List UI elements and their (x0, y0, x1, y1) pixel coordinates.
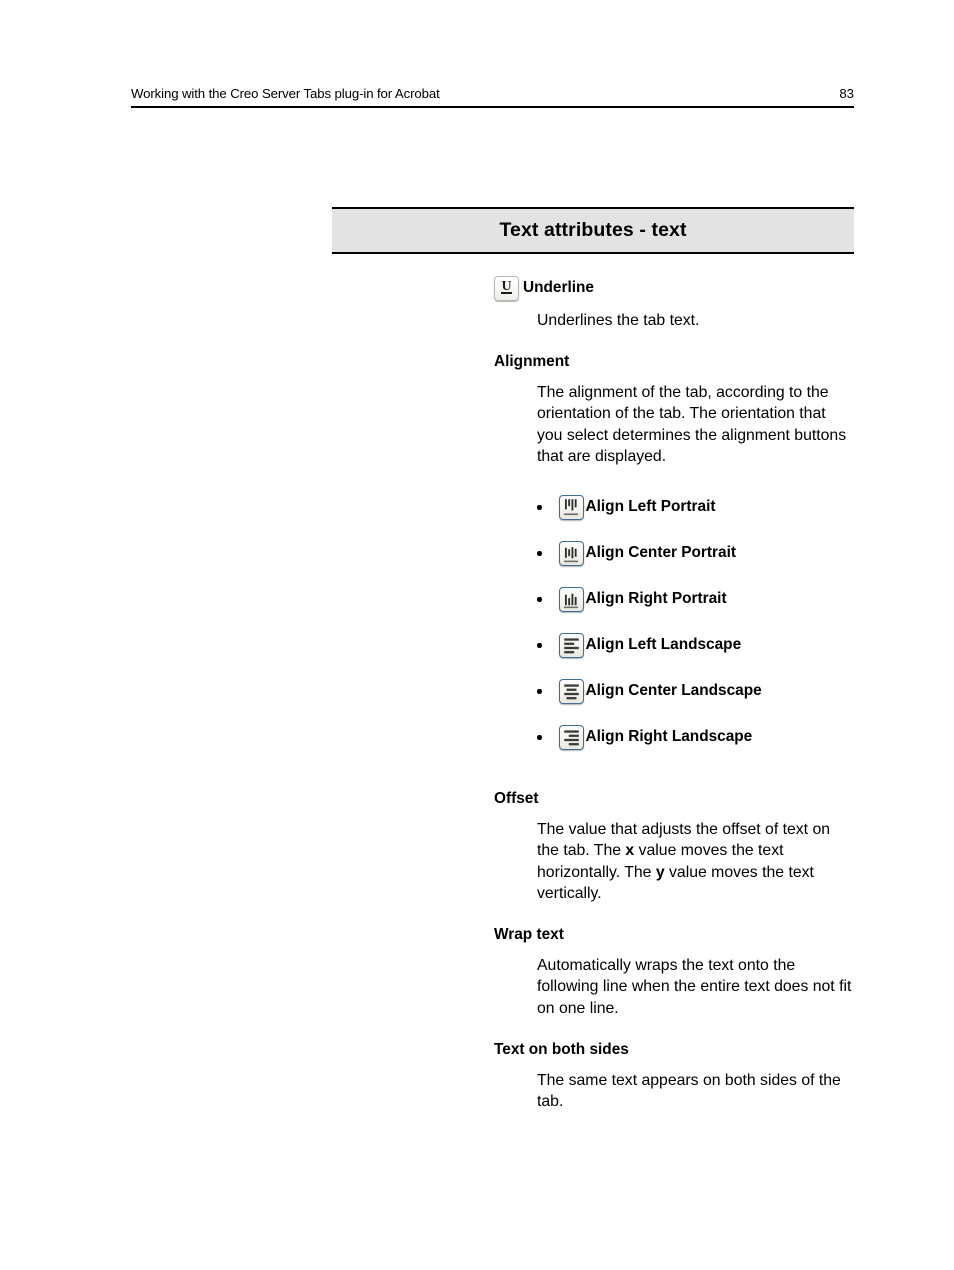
align-right-portrait-label: Align Right Portrait (585, 590, 727, 608)
page-running-header: Working with the Creo Server Tabs plug-i… (131, 86, 854, 108)
align-left-landscape-label: Align Left Landscape (585, 636, 742, 654)
header-divider-rule (131, 106, 854, 108)
term-alignment-label: Alignment (494, 353, 570, 371)
bullet-dot-icon (537, 551, 542, 556)
align-right-landscape-icon (558, 724, 584, 750)
desc-alignment: The alignment of the tab, according to t… (537, 384, 847, 465)
list-item: Align Left Portrait (537, 484, 854, 530)
desc-offset-x: x (625, 842, 635, 860)
align-center-landscape-label: Align Center Landscape (585, 682, 762, 700)
bullet-dot-icon (537, 505, 542, 510)
align-left-portrait-icon (558, 494, 584, 520)
desc-text-on-both-sides: The same text appears on both sides of t… (537, 1071, 841, 1111)
header-document-title: Working with the Creo Server Tabs plug-i… (131, 86, 440, 101)
align-center-portrait-icon (558, 540, 584, 566)
term-underline-label: Underline (523, 279, 594, 297)
align-right-landscape-label: Align Right Landscape (585, 728, 753, 746)
desc-wrap-text: Automatically wraps the text onto the fo… (537, 957, 852, 1017)
list-item: Align Center Portrait (537, 530, 854, 576)
header-page-number: 83 (839, 86, 854, 101)
align-center-landscape-icon (558, 678, 584, 704)
page-content: Text attributes - text U Underline Under… (332, 207, 854, 1112)
list-item: Align Right Portrait (537, 576, 854, 622)
term-text-on-both-sides: Text on both sides (494, 1040, 854, 1061)
align-left-landscape-icon (558, 632, 584, 658)
bullet-dot-icon (537, 643, 542, 648)
align-right-portrait-icon (558, 586, 584, 612)
bullet-dot-icon (537, 735, 542, 740)
list-item: Align Center Landscape (537, 668, 854, 714)
term-alignment: Alignment (494, 352, 854, 373)
term-wrap-text-label: Wrap text (494, 926, 564, 944)
align-center-portrait-label: Align Center Portrait (585, 544, 737, 562)
underline-icon: U (494, 276, 519, 301)
term-underline: U Underline (494, 276, 854, 301)
term-text-on-both-sides-label: Text on both sides (494, 1040, 629, 1058)
term-offset-label: Offset (494, 790, 539, 808)
term-wrap-text: Wrap text (494, 925, 854, 946)
section-title: Text attributes - text (499, 219, 687, 241)
alignment-button-list: Align Left Portrait Align Center Portrai… (537, 484, 854, 760)
bullet-dot-icon (537, 597, 542, 602)
attribute-definition-list: U Underline Underlines the tab text. Ali… (332, 276, 854, 1112)
bullet-dot-icon (537, 689, 542, 694)
desc-underline: Underlines the tab text. (537, 312, 700, 329)
desc-offset: The value that adjusts the offset of tex… (537, 819, 854, 904)
desc-offset-y: y (655, 863, 665, 881)
term-offset: Offset (494, 789, 854, 810)
list-item: Align Left Landscape (537, 622, 854, 668)
align-left-portrait-label: Align Left Portrait (585, 498, 716, 516)
section-banner: Text attributes - text (332, 207, 854, 254)
list-item: Align Right Landscape (537, 714, 854, 760)
